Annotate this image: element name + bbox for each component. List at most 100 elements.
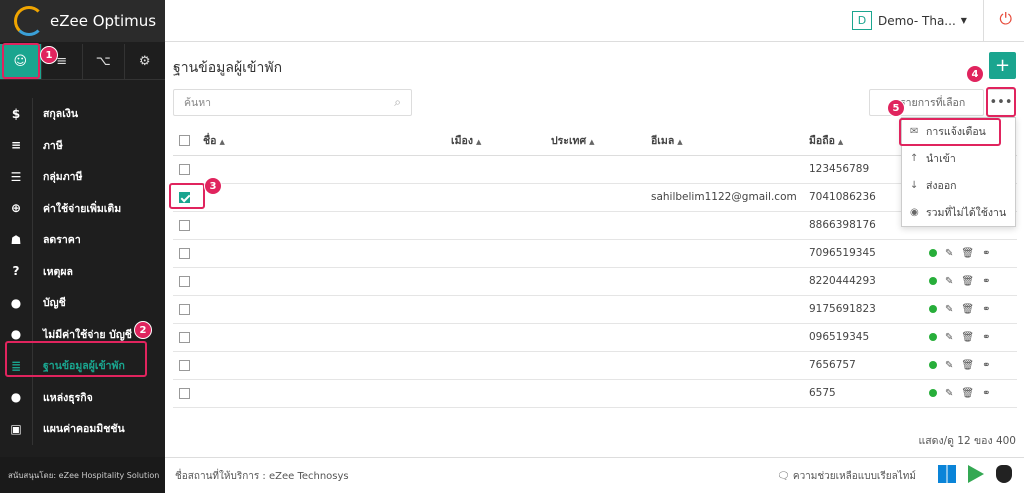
active-status-icon (929, 277, 937, 285)
row-checkbox[interactable] (179, 163, 190, 175)
delete-icon[interactable]: 🗑 (961, 388, 974, 399)
link-icon[interactable]: ⚭ (982, 304, 990, 315)
edit-icon[interactable]: ✎ (945, 248, 953, 259)
header-divider (983, 0, 984, 42)
add-guest-button[interactable]: + (989, 52, 1016, 79)
sidebar-item-tax-group[interactable]: ☰ กลุ่มภาษี (0, 161, 165, 193)
sidebar-item-commission-plan[interactable]: ▣ แผนค่าคอมมิชชัน (0, 413, 165, 445)
guest-table: ชื่อ ▲ เมือง ▲ ประเทศ ▲ อีเมล ▲ มือถือ ▲ 1234… (173, 127, 1017, 408)
delete-icon[interactable]: 🗑 (961, 332, 974, 343)
link-icon[interactable]: ⚭ (982, 388, 990, 399)
tab-cart[interactable]: ⌥ (83, 44, 125, 79)
cart-icon: ⌥ (95, 54, 111, 69)
active-status-icon (929, 361, 937, 369)
row-checkbox[interactable] (179, 247, 190, 259)
step-marker-3: 3 (204, 177, 222, 195)
sidebar-footer: สนับสนุนโดย: eZee Hospitality Solution (0, 457, 165, 493)
sidebar-item-label: กลุ่มภาษี (32, 161, 165, 193)
ezee-logo-icon (14, 6, 44, 36)
delete-icon[interactable]: 🗑 (961, 304, 974, 315)
sidebar-item-tax[interactable]: ≡ ภาษี (0, 129, 165, 161)
search-icon: ⌕ (394, 95, 401, 109)
live-help-link[interactable]: 🗨 ความช่วยเหลือแบบเรียลไทม์ (777, 469, 916, 484)
google-play-icon[interactable] (968, 465, 984, 483)
power-icon[interactable]: ⏻ (999, 9, 1012, 29)
caret-down-icon: ▼ (960, 16, 967, 25)
column-email[interactable]: อีเมล ▲ (645, 127, 803, 156)
table-row[interactable]: 123456789 (173, 155, 1017, 184)
menu-item-include-inactive[interactable]: ◉ รวมที่ไม่ได้ใช้งาน (902, 199, 1015, 226)
sidebar-item-label: เหตุผล (32, 255, 165, 287)
eye-icon: ◉ (910, 207, 919, 218)
link-icon[interactable]: ⚭ (982, 360, 990, 371)
row-checkbox[interactable] (179, 387, 190, 399)
table-row[interactable]: 9175691823 ✎ 🗑 ⚭ (173, 295, 1017, 324)
sidebar-item-business-source[interactable]: ● แหล่งธุรกิจ (0, 381, 165, 413)
page-title: ฐานข้อมูลผู้เข้าพัก (173, 60, 283, 76)
delete-icon[interactable]: 🗑 (961, 248, 974, 259)
table-row[interactable]: sahilbelim1122@gmail.com 7041086236 (173, 183, 1017, 212)
sidebar-item-account[interactable]: ● บัญชี (0, 287, 165, 319)
row-checkbox[interactable] (179, 275, 190, 287)
sort-icon: ▲ (677, 138, 683, 147)
table-row[interactable]: 7656757 ✎ 🗑 ⚭ (173, 351, 1017, 380)
footer: ชื่อสถานที่ให้บริการ : eZee Technosys 🗨 … (165, 457, 1024, 493)
table-row[interactable]: 096519345 ✎ 🗑 ⚭ (173, 323, 1017, 352)
sidebar-item-label: ภาษี (32, 129, 165, 161)
download-icon: ↓ (910, 180, 919, 191)
sort-icon: ▲ (589, 138, 595, 147)
delete-icon[interactable]: 🗑 (961, 276, 974, 287)
link-icon[interactable]: ⚭ (982, 332, 990, 343)
edit-icon[interactable]: ✎ (945, 304, 953, 315)
search-input[interactable]: ค้นหา ⌕ (173, 89, 412, 116)
table-header-row: ชื่อ ▲ เมือง ▲ ประเทศ ▲ อีเมล ▲ มือถือ ▲ (173, 127, 1017, 156)
provider-name: ชื่อสถานที่ให้บริการ : eZee Technosys (175, 471, 349, 482)
mobile-cell: 6575 (803, 379, 923, 408)
column-name[interactable]: ชื่อ ▲ (197, 127, 445, 156)
edit-icon[interactable]: ✎ (945, 360, 953, 371)
sidebar-menu: $ สกุลเงิน ≡ ภาษี ☰ กลุ่มภาษี ⊕ ค่าใช้จ่ายเพ… (0, 98, 165, 445)
money-icon: ▣ (10, 421, 22, 436)
link-icon[interactable]: ⚭ (982, 276, 990, 287)
windows-icon[interactable] (938, 465, 956, 483)
sidebar-item-extra-charges[interactable]: ⊕ ค่าใช้จ่ายเพิ่มเติม (0, 192, 165, 224)
property-name: Demo- Tha... (878, 13, 956, 28)
selected-items-dropdown[interactable]: รายการที่เลือก (869, 89, 984, 116)
row-checkbox[interactable] (179, 331, 190, 343)
sidebar-item-label: ลดราคา (32, 224, 165, 256)
mobile-cell: 9175691823 (803, 295, 923, 324)
list-icon: ☰ (10, 169, 22, 184)
mobile-cell: 8220444293 (803, 267, 923, 296)
row-checkbox[interactable] (179, 303, 190, 315)
table-row[interactable]: 8866398176 (173, 211, 1017, 240)
app-title: eZee Optimus (50, 12, 157, 30)
sidebar-item-discount[interactable]: ☗ ลดราคา (0, 224, 165, 256)
menu-icon: ≡ (10, 138, 22, 153)
tab-settings[interactable]: ⚙ (125, 44, 166, 79)
sort-icon: ▲ (475, 138, 482, 147)
sidebar-item-currency[interactable]: $ สกุลเงิน (0, 98, 165, 130)
edit-icon[interactable]: ✎ (945, 332, 953, 343)
column-country[interactable]: ประเทศ ▲ (545, 127, 645, 156)
property-selector[interactable]: D Demo- Tha... ▼ (852, 11, 967, 30)
property-initial: D (852, 11, 872, 30)
edit-icon[interactable]: ✎ (945, 276, 953, 287)
select-all-checkbox[interactable] (179, 135, 190, 147)
column-city[interactable]: เมือง ▲ (445, 127, 545, 156)
apple-icon[interactable] (996, 465, 1012, 483)
active-status-icon (929, 333, 937, 341)
edit-icon[interactable]: ✎ (945, 388, 953, 399)
sidebar-item-reason[interactable]: ? เหตุผล (0, 255, 165, 287)
select-all-header[interactable] (173, 127, 197, 156)
row-checkbox[interactable] (179, 359, 190, 371)
delete-icon[interactable]: 🗑 (961, 360, 974, 371)
table-row[interactable]: 7096519345 ✎ 🗑 ⚭ (173, 239, 1017, 268)
link-icon[interactable]: ⚭ (982, 248, 990, 259)
table-row[interactable]: 6575 ✎ 🗑 ⚭ (173, 379, 1017, 408)
menu-item-export[interactable]: ↓ ส่งออก (902, 172, 1015, 199)
row-checkbox[interactable] (179, 219, 190, 231)
search-placeholder: ค้นหา (184, 97, 212, 109)
menu-item-import[interactable]: ↑ นำเข้า (902, 145, 1015, 172)
header: D Demo- Tha... ▼ ⏻ (165, 0, 1024, 42)
table-row[interactable]: 8220444293 ✎ 🗑 ⚭ (173, 267, 1017, 296)
